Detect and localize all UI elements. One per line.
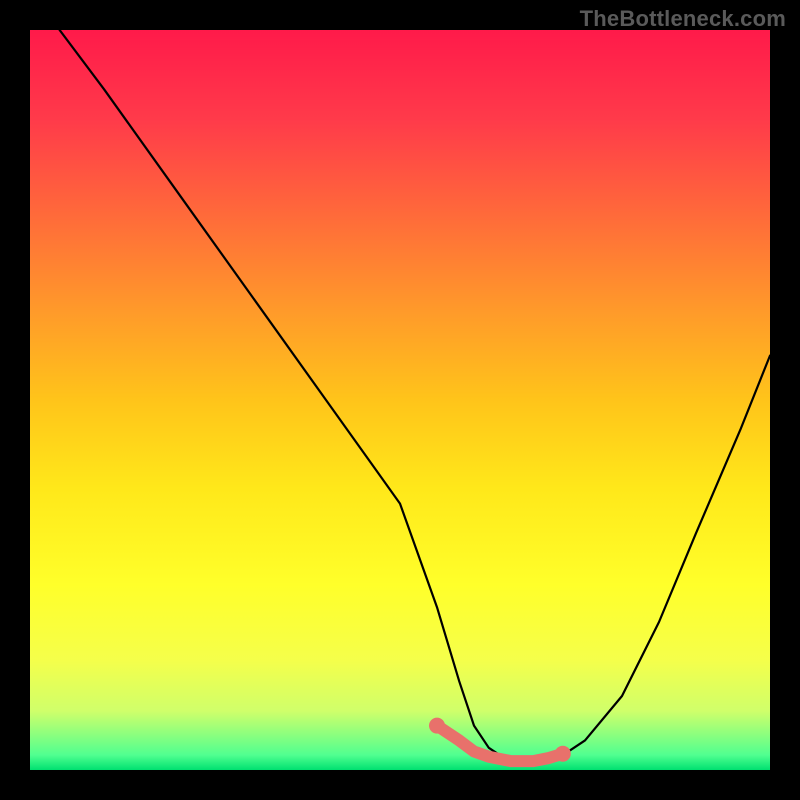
plot-area <box>30 30 770 770</box>
optimal-range-highlight <box>437 726 563 762</box>
optimal-range-dot <box>555 746 571 762</box>
curve-svg <box>30 30 770 770</box>
bottleneck-curve <box>60 30 770 763</box>
optimal-range-dot <box>429 718 445 734</box>
optimal-range-markers <box>429 718 571 762</box>
watermark-text: TheBottleneck.com <box>580 6 786 32</box>
chart-stage: TheBottleneck.com <box>0 0 800 800</box>
